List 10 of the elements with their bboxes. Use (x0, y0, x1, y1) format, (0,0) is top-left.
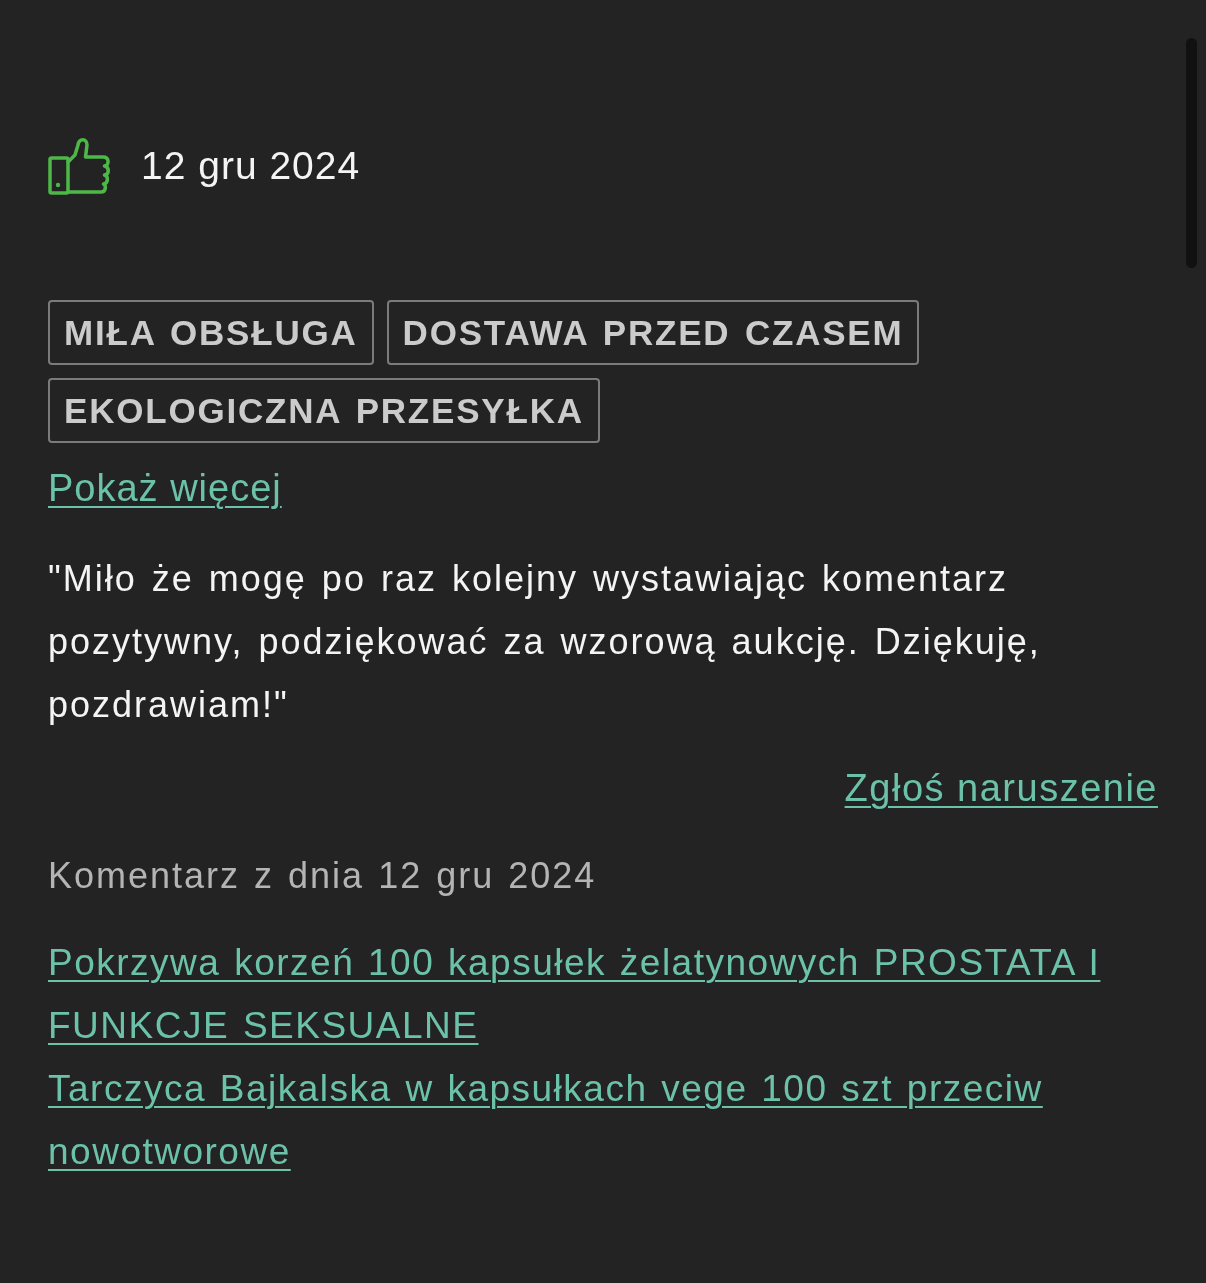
tag: DOSTAWA PRZED CZASEM (386, 300, 920, 365)
product-link[interactable]: Pokrzywa korzeń 100 kapsułek żelatynowych PROSTATA I FUNKCJE SEKSUALNE (48, 931, 1158, 1057)
tag: MIŁA OBSŁUGA (48, 300, 374, 365)
report-link[interactable]: Zgłoś naruszenie (844, 765, 1158, 811)
comment-text: "Miło że mogę po raz kolejny wystawiając komentarz pozytywny, podziękować za wzorową aukcję. Dziękuję, pozdrawiam!" (48, 557, 1042, 727)
tag: EKOLOGICZNA PRZESYŁKA (48, 378, 600, 443)
review-date: 12 gru 2024 (141, 143, 361, 189)
show-more-link[interactable]: Pokaż więcej (48, 465, 282, 511)
comment-date: Komentarz z dnia 12 gru 2024 (48, 854, 598, 898)
product-link[interactable]: Tarczyca Bajkalska w kapsułkach vege 100 szt przeciw nowotworowe (48, 1057, 1158, 1183)
